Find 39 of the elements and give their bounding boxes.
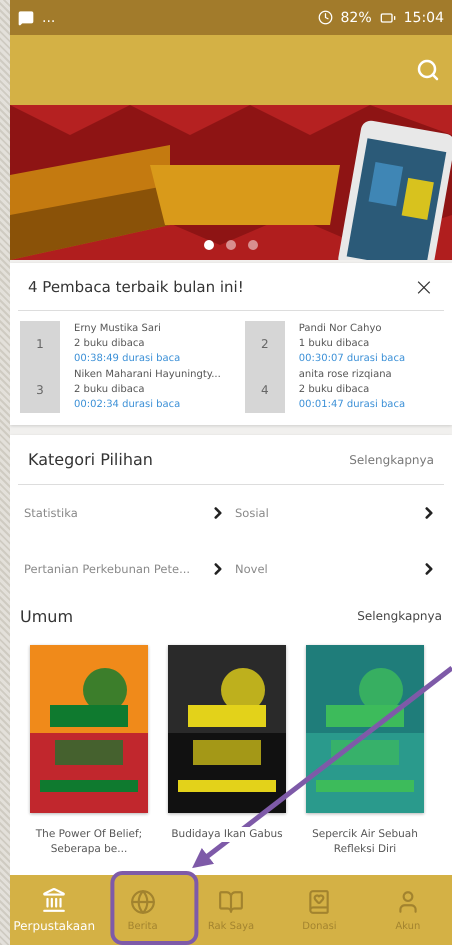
section-title: Umum [20, 606, 74, 626]
book-title[interactable]: Budidaya Ikan Gabus [171, 827, 283, 842]
reading-duration: 00:38:49 durasi baca [74, 352, 182, 366]
books-read: 2 buku dibaca [74, 337, 146, 351]
rank-number: 2 [244, 321, 285, 367]
chat-icon [18, 10, 34, 26]
books-read: 2 buku dibaca [74, 383, 146, 397]
reading-duration: 00:02:34 durasi baca [74, 398, 182, 412]
category-item[interactable]: Statistika [20, 485, 231, 541]
books-read: 2 buku dibaca [298, 383, 370, 397]
book-icon [218, 888, 244, 914]
see-all-link[interactable]: Selengkapnya [349, 452, 434, 466]
rank-number: 4 [244, 367, 285, 413]
close-button[interactable]: × [414, 272, 434, 300]
rank-number: 3 [20, 367, 60, 413]
notification-overflow: ... [42, 10, 56, 26]
category-item[interactable]: Sosial [231, 485, 442, 541]
see-all-link[interactable]: Selengkapnya [357, 609, 442, 623]
reading-duration: 00:30:07 durasi baca [298, 352, 406, 366]
reader-name: Erny Mustika Sari [74, 322, 162, 336]
search-icon[interactable] [416, 58, 440, 82]
nav-tab[interactable]: Perpustakaan [10, 875, 98, 945]
bank-icon [41, 887, 68, 913]
clock-time: 15:04 [404, 10, 444, 26]
category-item[interactable]: Novel [231, 541, 442, 597]
battery-percent: 82% [340, 10, 372, 26]
reader-name: Niken Maharani Hayuningty... [74, 368, 221, 382]
globe-icon [130, 888, 156, 914]
carousel-dot[interactable] [226, 240, 236, 250]
reading-duration: 00:01:47 durasi baca [298, 398, 406, 412]
reader-name: anita rose rizqiana [298, 368, 393, 382]
rank-number: 1 [20, 321, 60, 367]
books-read: 1 buku dibaca [298, 337, 370, 351]
section-title: Kategori Pilihan [28, 450, 153, 469]
card-title: 4 Pembaca terbaik bulan ini! [28, 278, 244, 296]
alarm-icon [318, 10, 333, 25]
reader-name: Pandi Nor Cahyo [298, 322, 383, 336]
category-item[interactable]: Pertanian Perkebunan Pete... [20, 541, 231, 597]
carousel-dot[interactable] [248, 240, 258, 250]
